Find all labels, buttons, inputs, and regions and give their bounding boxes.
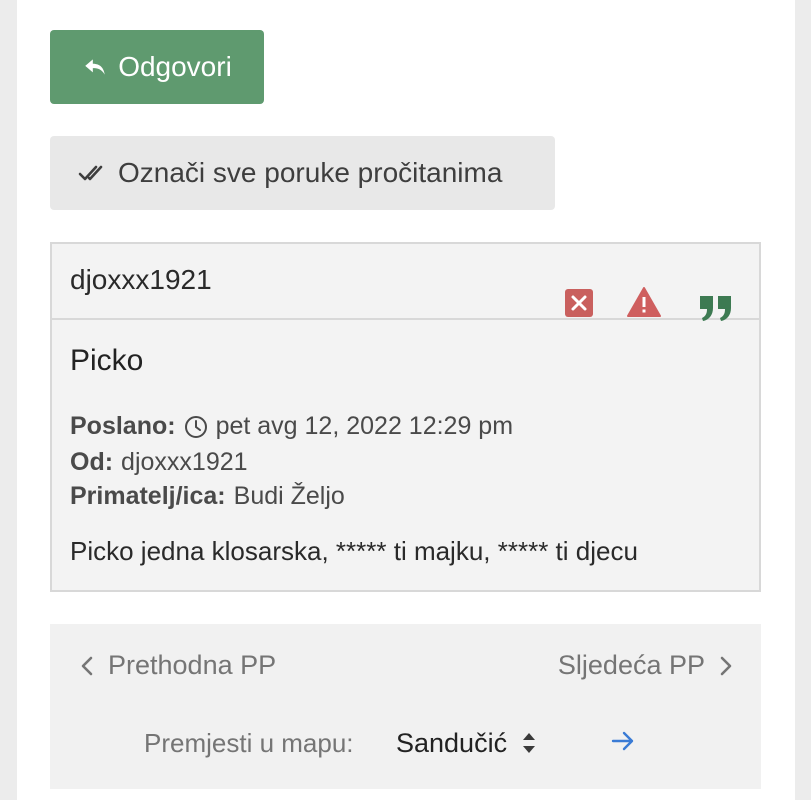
reply-button[interactable]: Odgovori: [50, 30, 264, 104]
reply-label: Odgovori: [118, 51, 232, 82]
from-row: Od: djoxxx1921: [70, 448, 248, 477]
arrow-right-icon[interactable]: [610, 728, 636, 754]
from-value[interactable]: djoxxx1921: [121, 448, 247, 477]
chevron-left-icon: [81, 656, 93, 675]
previous-message-label: Prethodna PP: [108, 650, 277, 680]
next-message-label: Sljedeća PP: [557, 650, 705, 680]
recipient-row: Primatelj/ica: Budi Željo: [70, 482, 345, 511]
move-to-folder-label: Premjesti u mapu:: [144, 728, 354, 758]
double-check-icon: [78, 165, 103, 181]
reply-icon: [85, 59, 105, 75]
message-body: Picko jedna klosarska, ***** ti majku, *…: [70, 536, 638, 566]
quote-icon[interactable]: [698, 294, 734, 322]
sent-value: pet avg 12, 2022 12:29 pm: [215, 412, 514, 440]
previous-message-link[interactable]: Prethodna PP: [80, 650, 276, 681]
message-author[interactable]: djoxxx1921: [70, 264, 212, 296]
folder-select[interactable]: Sandučić: [396, 724, 556, 762]
delete-icon[interactable]: [564, 288, 594, 318]
mark-all-read-label: Označi sve poruke pročitanima: [118, 157, 503, 188]
content-panel: Odgovori Označi sve poruke pročitanima d…: [17, 0, 795, 800]
sort-updown-icon: [523, 733, 536, 753]
folder-select-value: Sandučić: [396, 727, 508, 758]
message-title: Picko: [70, 344, 144, 377]
sent-label: Poslano:: [70, 412, 176, 440]
message-header: djoxxx1921: [52, 244, 759, 322]
chevron-right-icon: [720, 656, 732, 675]
mark-all-read-button[interactable]: Označi sve poruke pročitanima: [50, 136, 555, 210]
sent-row: Poslano: pet avg 12, 2022 12:29 pm: [70, 412, 513, 441]
page-background: Odgovori Označi sve poruke pročitanima d…: [0, 0, 811, 800]
recipient-value[interactable]: Budi Željo: [234, 482, 345, 511]
recipient-label: Primatelj/ica:: [70, 482, 226, 510]
message-card: djoxxx1921 Picko Poslano: pet avg 12, 20…: [50, 242, 761, 592]
from-label: Od:: [70, 448, 114, 476]
message-navigation: Prethodna PP Sljedeća PP Premjesti u map…: [50, 624, 761, 789]
report-icon[interactable]: [626, 286, 662, 318]
next-message-link[interactable]: Sljedeća PP: [558, 650, 733, 681]
clock-icon: [184, 415, 207, 438]
